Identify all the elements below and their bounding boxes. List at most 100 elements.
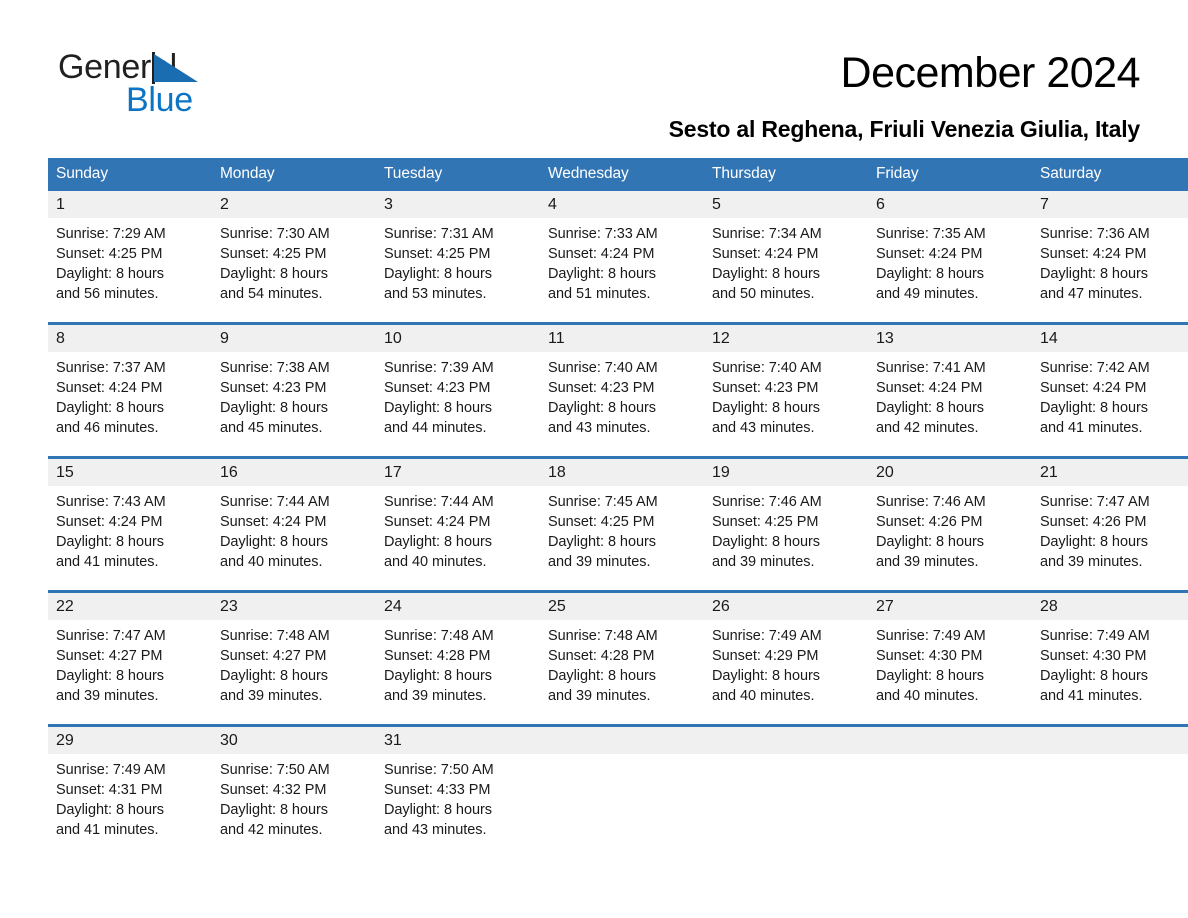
- sunset-text: Sunset: 4:24 PM: [1040, 380, 1147, 396]
- calendar-day-cell[interactable]: 5 Sunrise: 7:34 AM Sunset: 4:24 PM Daylight…: [704, 191, 868, 324]
- calendar-day-cell[interactable]: 31 Sunrise: 7:50 AM Sunset: 4:33 PM Dayligh…: [376, 724, 540, 858]
- calendar-day-cell[interactable]: 17 Sunrise: 7:44 AM Sunset: 4:24 PM Dayligh…: [376, 456, 540, 592]
- day-details: Sunrise: 7:49 AM Sunset: 4:30 PM Daylight:…: [1032, 620, 1188, 706]
- sunset-text: Sunset: 4:25 PM: [384, 246, 491, 262]
- daylight-text-line1: Daylight: 8 hours: [220, 534, 328, 550]
- daylight-text-line2: and 39 minutes.: [1040, 554, 1143, 570]
- calendar-day-cell[interactable]: 8 Sunrise: 7:37 AM Sunset: 4:24 PM Daylight…: [48, 322, 212, 458]
- calendar-day-cell[interactable]: 30 Sunrise: 7:50 AM Sunset: 4:32 PM Dayligh…: [212, 724, 376, 858]
- calendar-day-cell[interactable]: 10 Sunrise: 7:39 AM Sunset: 4:23 PM Dayligh…: [376, 322, 540, 458]
- day-details: Sunrise: 7:48 AM Sunset: 4:28 PM Daylight:…: [376, 620, 540, 706]
- calendar-day-cell[interactable]: 29 Sunrise: 7:49 AM Sunset: 4:31 PM Dayligh…: [48, 724, 212, 858]
- sunrise-text: Sunrise: 7:34 AM: [712, 226, 822, 242]
- calendar-day-cell[interactable]: 14 Sunrise: 7:42 AM Sunset: 4:24 PM Dayligh…: [1032, 322, 1188, 458]
- daylight-text-line2: and 40 minutes.: [220, 554, 323, 570]
- calendar-day-cell[interactable]: 12 Sunrise: 7:40 AM Sunset: 4:23 PM Dayligh…: [704, 322, 868, 458]
- sunrise-text: Sunrise: 7:46 AM: [876, 494, 986, 510]
- daylight-text-line2: and 50 minutes.: [712, 286, 815, 302]
- sunset-text: Sunset: 4:25 PM: [220, 246, 327, 262]
- sunrise-text: Sunrise: 7:48 AM: [548, 628, 658, 644]
- calendar-day-cell[interactable]: 2 Sunrise: 7:30 AM Sunset: 4:25 PM Daylight…: [212, 191, 376, 324]
- calendar-day-cell[interactable]: 6 Sunrise: 7:35 AM Sunset: 4:24 PM Daylight…: [868, 191, 1032, 324]
- calendar-day-cell[interactable]: 20 Sunrise: 7:46 AM Sunset: 4:26 PM Dayligh…: [868, 456, 1032, 592]
- sunset-text: Sunset: 4:23 PM: [712, 380, 819, 396]
- daylight-text-line2: and 41 minutes.: [1040, 420, 1143, 436]
- day-number: 20: [868, 459, 1032, 486]
- daylight-text-line2: and 39 minutes.: [548, 554, 651, 570]
- daylight-text-line1: Daylight: 8 hours: [1040, 534, 1148, 550]
- day-number: 15: [48, 459, 212, 486]
- day-details: Sunrise: 7:50 AM Sunset: 4:32 PM Daylight:…: [212, 754, 376, 840]
- day-details: Sunrise: 7:36 AM Sunset: 4:24 PM Daylight:…: [1032, 218, 1188, 304]
- sunrise-text: Sunrise: 7:50 AM: [220, 762, 330, 778]
- sunrise-text: Sunrise: 7:35 AM: [876, 226, 986, 242]
- day-number: 1: [48, 191, 212, 218]
- calendar-header-row: Sunday Monday Tuesday Wednesday Thursday…: [48, 158, 1188, 191]
- day-details: Sunrise: 7:46 AM Sunset: 4:25 PM Daylight:…: [704, 486, 868, 572]
- daylight-text-line2: and 42 minutes.: [220, 822, 323, 838]
- sunrise-text: Sunrise: 7:49 AM: [712, 628, 822, 644]
- calendar-day-cell[interactable]: 23 Sunrise: 7:48 AM Sunset: 4:27 PM Dayligh…: [212, 590, 376, 726]
- weekday-header-tuesday: Tuesday: [376, 158, 540, 191]
- calendar-day-cell[interactable]: 7 Sunrise: 7:36 AM Sunset: 4:24 PM Daylight…: [1032, 191, 1188, 324]
- page-header: General Blue December 2024 Sesto al Regh…: [0, 0, 1188, 142]
- calendar-day-cell[interactable]: 27 Sunrise: 7:49 AM Sunset: 4:30 PM Dayligh…: [868, 590, 1032, 726]
- daylight-text-line1: Daylight: 8 hours: [384, 400, 492, 416]
- daylight-text-line2: and 56 minutes.: [56, 286, 159, 302]
- daylight-text-line2: and 40 minutes.: [876, 688, 979, 704]
- sunrise-text: Sunrise: 7:31 AM: [384, 226, 494, 242]
- daylight-text-line2: and 44 minutes.: [384, 420, 487, 436]
- daylight-text-line2: and 39 minutes.: [220, 688, 323, 704]
- calendar-day-cell[interactable]: 15 Sunrise: 7:43 AM Sunset: 4:24 PM Dayligh…: [48, 456, 212, 592]
- day-details: [868, 754, 1032, 760]
- sunset-text: Sunset: 4:29 PM: [712, 648, 819, 664]
- calendar-week-row: 22 Sunrise: 7:47 AM Sunset: 4:27 PM Dayligh…: [48, 590, 1188, 726]
- day-number: 9: [212, 325, 376, 352]
- calendar-day-cell[interactable]: 9 Sunrise: 7:38 AM Sunset: 4:23 PM Daylight…: [212, 322, 376, 458]
- daylight-text-line2: and 41 minutes.: [56, 554, 159, 570]
- day-details: Sunrise: 7:33 AM Sunset: 4:24 PM Daylight:…: [540, 218, 704, 304]
- sunset-text: Sunset: 4:24 PM: [712, 246, 819, 262]
- day-details: Sunrise: 7:50 AM Sunset: 4:33 PM Daylight:…: [376, 754, 540, 840]
- daylight-text-line2: and 40 minutes.: [384, 554, 487, 570]
- day-number: 4: [540, 191, 704, 218]
- sunset-text: Sunset: 4:26 PM: [876, 514, 983, 530]
- calendar-day-cell[interactable]: 1 Sunrise: 7:29 AM Sunset: 4:25 PM Daylight…: [48, 191, 212, 324]
- daylight-text-line1: Daylight: 8 hours: [56, 668, 164, 684]
- calendar-day-cell[interactable]: 4 Sunrise: 7:33 AM Sunset: 4:24 PM Daylight…: [540, 191, 704, 324]
- sunrise-text: Sunrise: 7:36 AM: [1040, 226, 1150, 242]
- daylight-text-line2: and 39 minutes.: [384, 688, 487, 704]
- sunset-text: Sunset: 4:23 PM: [548, 380, 655, 396]
- day-details: Sunrise: 7:38 AM Sunset: 4:23 PM Daylight:…: [212, 352, 376, 438]
- sunset-text: Sunset: 4:25 PM: [548, 514, 655, 530]
- sunset-text: Sunset: 4:24 PM: [1040, 246, 1147, 262]
- daylight-text-line2: and 43 minutes.: [712, 420, 815, 436]
- sunrise-text: Sunrise: 7:44 AM: [384, 494, 494, 510]
- sunrise-text: Sunrise: 7:39 AM: [384, 360, 494, 376]
- day-details: Sunrise: 7:34 AM Sunset: 4:24 PM Daylight:…: [704, 218, 868, 304]
- daylight-text-line1: Daylight: 8 hours: [876, 266, 984, 282]
- day-number: 21: [1032, 459, 1188, 486]
- calendar-day-cell[interactable]: 26 Sunrise: 7:49 AM Sunset: 4:29 PM Dayligh…: [704, 590, 868, 726]
- daylight-text-line1: Daylight: 8 hours: [384, 802, 492, 818]
- day-number: 2: [212, 191, 376, 218]
- calendar-day-cell[interactable]: 18 Sunrise: 7:45 AM Sunset: 4:25 PM Dayligh…: [540, 456, 704, 592]
- calendar-day-cell[interactable]: 3 Sunrise: 7:31 AM Sunset: 4:25 PM Daylight…: [376, 191, 540, 324]
- calendar-day-cell[interactable]: 24 Sunrise: 7:48 AM Sunset: 4:28 PM Dayligh…: [376, 590, 540, 726]
- daylight-text-line2: and 39 minutes.: [548, 688, 651, 704]
- sunset-text: Sunset: 4:25 PM: [712, 514, 819, 530]
- day-number: 6: [868, 191, 1032, 218]
- daylight-text-line1: Daylight: 8 hours: [712, 400, 820, 416]
- calendar-day-cell[interactable]: 16 Sunrise: 7:44 AM Sunset: 4:24 PM Dayligh…: [212, 456, 376, 592]
- calendar-day-cell[interactable]: 25 Sunrise: 7:48 AM Sunset: 4:28 PM Dayligh…: [540, 590, 704, 726]
- sunrise-text: Sunrise: 7:49 AM: [56, 762, 166, 778]
- calendar-day-cell[interactable]: 22 Sunrise: 7:47 AM Sunset: 4:27 PM Dayligh…: [48, 590, 212, 726]
- calendar-day-cell[interactable]: 13 Sunrise: 7:41 AM Sunset: 4:24 PM Dayligh…: [868, 322, 1032, 458]
- calendar-day-cell[interactable]: 11 Sunrise: 7:40 AM Sunset: 4:23 PM Dayligh…: [540, 322, 704, 458]
- calendar-body: 1 Sunrise: 7:29 AM Sunset: 4:25 PM Daylight…: [48, 191, 1188, 858]
- day-details: Sunrise: 7:45 AM Sunset: 4:25 PM Daylight:…: [540, 486, 704, 572]
- calendar-day-cell[interactable]: 21 Sunrise: 7:47 AM Sunset: 4:26 PM Dayligh…: [1032, 456, 1188, 592]
- calendar-day-cell[interactable]: 28 Sunrise: 7:49 AM Sunset: 4:30 PM Dayligh…: [1032, 590, 1188, 726]
- day-details: Sunrise: 7:41 AM Sunset: 4:24 PM Daylight:…: [868, 352, 1032, 438]
- calendar-day-cell[interactable]: 19 Sunrise: 7:46 AM Sunset: 4:25 PM Dayligh…: [704, 456, 868, 592]
